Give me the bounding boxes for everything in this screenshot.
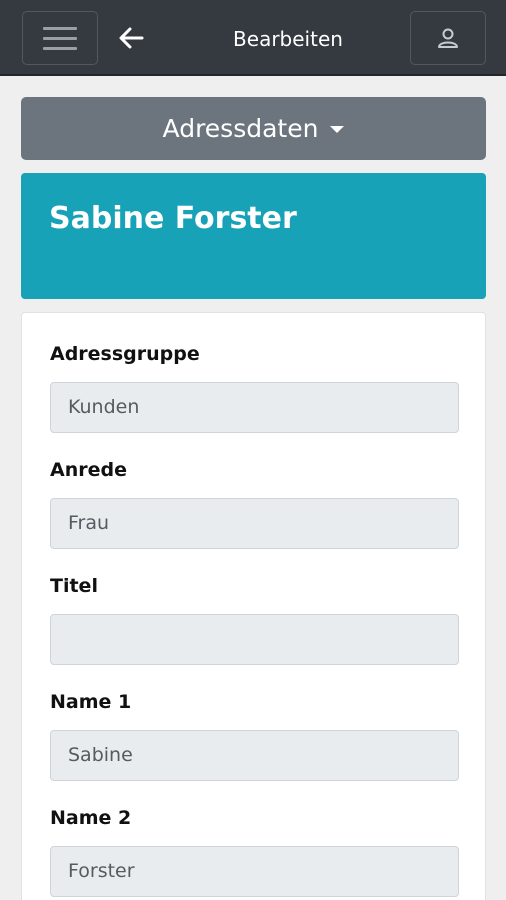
field-label-anrede: Anrede — [50, 459, 127, 481]
anrede-field[interactable]: Frau — [50, 498, 459, 549]
contact-name: Sabine Forster — [49, 201, 297, 236]
field-label-adressgruppe: Adressgruppe — [50, 343, 200, 365]
back-button[interactable] — [116, 22, 146, 54]
contact-header-card: Sabine Forster — [21, 173, 486, 299]
top-navbar: Bearbeiten — [0, 0, 506, 76]
caret-down-icon — [330, 126, 345, 133]
hamburger-menu-button[interactable] — [22, 11, 98, 65]
arrow-left-icon — [119, 27, 144, 49]
address-form-card: Adressgruppe Kunden Anrede Frau Titel Na… — [21, 312, 486, 900]
hamburger-icon-bar — [43, 36, 77, 40]
hamburger-icon-bar — [43, 46, 77, 50]
field-label-titel: Titel — [50, 575, 98, 597]
field-label-name2: Name 2 — [50, 807, 132, 829]
field-label-name1: Name 1 — [50, 691, 132, 713]
user-profile-button[interactable] — [410, 11, 486, 65]
section-dropdown[interactable]: Adressdaten — [21, 97, 486, 160]
name2-field[interactable]: Forster — [50, 846, 459, 897]
adressgruppe-field[interactable]: Kunden — [50, 382, 459, 433]
hamburger-icon — [43, 26, 77, 30]
name1-field[interactable]: Sabine — [50, 730, 459, 781]
page-title: Bearbeiten — [233, 27, 343, 51]
section-dropdown-label: Adressdaten — [162, 114, 319, 143]
titel-field[interactable] — [50, 614, 459, 665]
user-icon — [438, 28, 458, 48]
